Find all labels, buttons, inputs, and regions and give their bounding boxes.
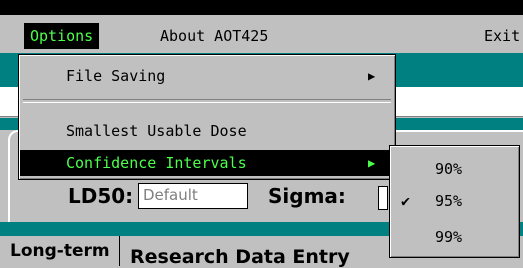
menu-item-confidence-intervals-label: Confidence Intervals <box>66 154 247 172</box>
sigma-input[interactable] <box>378 186 388 210</box>
menu-options-label: Options <box>30 27 94 45</box>
menu-about[interactable]: About AOT425 <box>160 23 268 49</box>
menu-options[interactable]: Options <box>24 23 100 49</box>
menu-item-file-saving-label: File Saving <box>66 67 166 85</box>
submenu-arrow-icon: ▶ <box>368 69 376 83</box>
submenu-item-90[interactable]: 90% <box>391 154 518 184</box>
sigma-label: Sigma: <box>268 184 346 208</box>
menu-bar: Options About AOT425 Exit <box>0 15 523 53</box>
tab-long-term[interactable]: Long-term <box>0 236 120 266</box>
submenu-arrow-icon: ▶ <box>368 156 376 170</box>
window-top-edge <box>0 0 523 15</box>
ld50-label: LD50: <box>68 184 134 208</box>
submenu-item-95[interactable]: ✔ 95% <box>391 186 518 216</box>
menu-item-confidence-intervals[interactable]: Confidence Intervals ▶ <box>20 150 394 176</box>
menu-item-smallest-usable-dose[interactable]: Smallest Usable Dose <box>20 118 394 144</box>
menu-exit[interactable]: Exit <box>484 23 520 49</box>
tab-research-data-entry[interactable]: Research Data Entry <box>130 246 350 268</box>
options-dropdown-menu: File Saving ▶ Smallest Usable Dose Confi… <box>18 54 396 180</box>
checkmark-icon: ✔ <box>401 192 411 210</box>
menu-about-label: About AOT425 <box>160 27 269 45</box>
submenu-item-90-label: 90% <box>435 160 463 178</box>
menu-exit-label: Exit <box>484 27 521 45</box>
submenu-item-99[interactable]: 99% <box>391 222 518 252</box>
confidence-intervals-submenu: 90% ✔ 95% 99% <box>389 145 520 258</box>
ld50-input[interactable]: Default <box>138 183 248 209</box>
menu-separator <box>23 99 391 103</box>
submenu-item-99-label: 99% <box>435 228 463 246</box>
menu-item-file-saving[interactable]: File Saving ▶ <box>20 63 394 89</box>
submenu-item-95-label: 95% <box>435 192 463 210</box>
menu-item-smallest-usable-dose-label: Smallest Usable Dose <box>66 122 247 140</box>
